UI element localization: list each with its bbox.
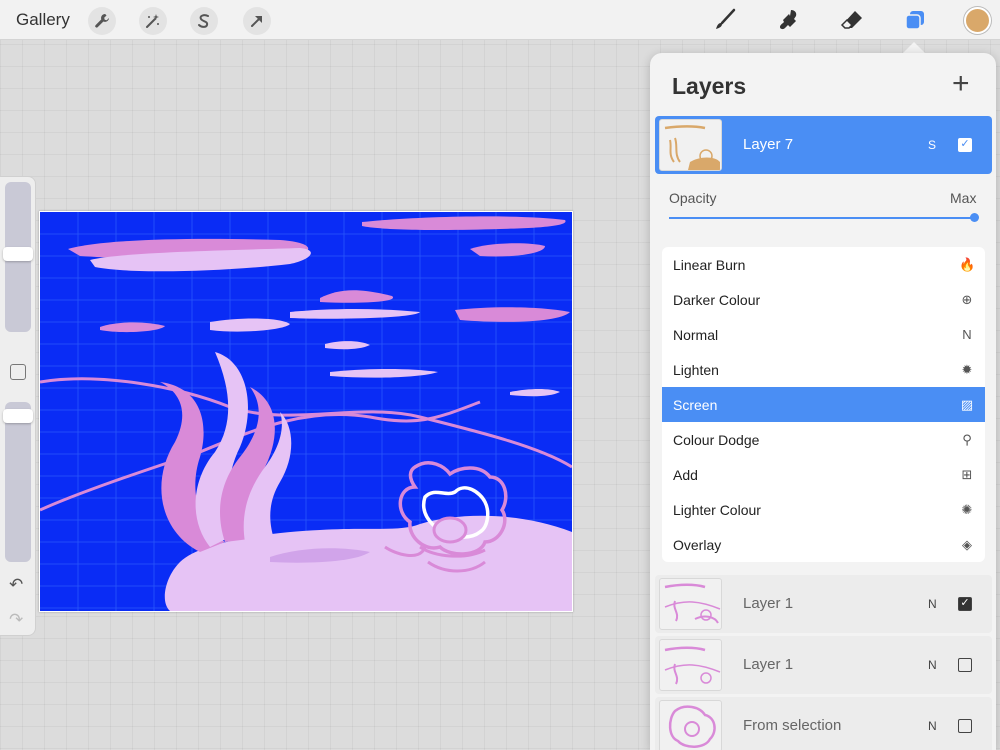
layer-blend-mode[interactable]: N (928, 658, 937, 672)
layer-visibility-checkbox[interactable] (958, 719, 972, 733)
drawing-canvas[interactable] (39, 211, 573, 612)
layer-name: Layer 1 (743, 595, 794, 612)
layer-row-active[interactable]: Layer 7 S ✓ (655, 116, 992, 174)
layer-row[interactable]: Layer 1 N ✓ (655, 575, 992, 633)
actions-wrench-icon[interactable] (88, 7, 116, 35)
blend-mode-icon: ▨ (960, 396, 974, 412)
layer-visibility-checkbox[interactable] (958, 658, 972, 672)
brush-icon[interactable] (710, 5, 740, 35)
blend-mode-item[interactable]: Add ⊞ (662, 457, 985, 492)
layer-blend-mode[interactable]: N (928, 597, 937, 611)
blend-mode-item[interactable]: Normal N (662, 317, 985, 352)
layer-blend-mode[interactable]: S (928, 138, 936, 152)
opacity-value: Max (950, 190, 977, 206)
blend-mode-item[interactable]: Lighten ✹ (662, 352, 985, 387)
brush-opacity-handle[interactable] (3, 409, 33, 424)
undo-icon[interactable]: ↶ (9, 575, 23, 595)
opacity-slider[interactable] (669, 217, 974, 219)
opacity-slider-knob[interactable] (970, 213, 979, 222)
blend-mode-label: Linear Burn (673, 256, 746, 273)
blend-mode-icon: ✹ (961, 361, 973, 377)
top-toolbar: Gallery (0, 0, 1000, 40)
blend-mode-icon: N (962, 327, 972, 342)
blend-mode-icon: 🔥 (959, 256, 976, 272)
layers-icon[interactable] (900, 5, 930, 35)
panel-caret (903, 42, 925, 53)
layer-blend-mode[interactable]: N (928, 719, 937, 733)
modify-button[interactable] (10, 364, 26, 380)
blend-mode-label: Colour Dodge (673, 431, 760, 448)
transform-arrow-icon[interactable] (243, 7, 271, 35)
blend-mode-item[interactable]: Overlay ◈ (662, 527, 985, 562)
opacity-label: Opacity (669, 190, 717, 206)
blend-mode-label: Screen (673, 396, 718, 413)
blend-mode-item[interactable]: Screen ▨ (662, 387, 985, 422)
blend-mode-icon: ⊞ (961, 466, 973, 482)
selection-s-icon[interactable] (190, 7, 218, 35)
layer-thumbnail (659, 700, 722, 750)
layer-row[interactable]: From selection N (655, 697, 992, 750)
layer-visibility-checkbox[interactable]: ✓ (958, 138, 972, 152)
left-sidebar: ↶ ↷ (0, 176, 36, 636)
layer-name: Layer 1 (743, 656, 794, 673)
artwork (40, 212, 572, 611)
blend-mode-icon: ✺ (961, 501, 973, 517)
blend-mode-label: Overlay (673, 536, 722, 553)
blend-mode-label: Normal (673, 326, 719, 343)
layer-thumbnail (659, 578, 722, 630)
blend-mode-item[interactable]: Linear Burn 🔥 (662, 247, 985, 282)
brush-size-handle[interactable] (3, 247, 33, 262)
layer-visibility-checkbox[interactable]: ✓ (958, 597, 972, 611)
layer-row[interactable]: Layer 1 N (655, 636, 992, 694)
redo-icon[interactable]: ↷ (9, 610, 23, 630)
color-picker-swatch[interactable] (964, 7, 991, 34)
smudge-icon[interactable] (774, 5, 804, 35)
add-layer-button[interactable]: + (952, 69, 970, 99)
blend-mode-label: Lighten (673, 361, 719, 378)
blend-mode-label: Lighter Colour (673, 501, 761, 518)
gallery-button[interactable]: Gallery (16, 10, 70, 30)
blend-mode-item[interactable]: Lighter Colour ✺ (662, 492, 985, 527)
blend-mode-label: Add (673, 466, 698, 483)
eraser-icon[interactable] (837, 5, 867, 35)
layer-name: Layer 7 (743, 136, 794, 153)
blend-mode-item[interactable]: Colour Dodge ⚲ (662, 422, 985, 457)
panel-title: Layers (672, 73, 747, 99)
blend-mode-list: Linear Burn 🔥 Darker Colour ⊕ Normal N Lighten… (662, 247, 985, 562)
blend-mode-icon: ◈ (962, 536, 972, 552)
layers-panel: Layers + Layer 7 S ✓ Opacity Max Linear … (650, 53, 996, 750)
layer-name: From selection (743, 717, 842, 734)
layer-thumbnail (659, 119, 722, 171)
brush-opacity-slider[interactable] (5, 402, 31, 562)
blend-mode-item[interactable]: Darker Colour ⊕ (662, 282, 985, 317)
blend-mode-icon: ⚲ (962, 431, 972, 447)
adjustments-magic-wand-icon[interactable] (139, 7, 167, 35)
blend-mode-label: Darker Colour (673, 291, 761, 308)
layer-thumbnail (659, 639, 722, 691)
blend-mode-icon: ⊕ (961, 291, 973, 307)
